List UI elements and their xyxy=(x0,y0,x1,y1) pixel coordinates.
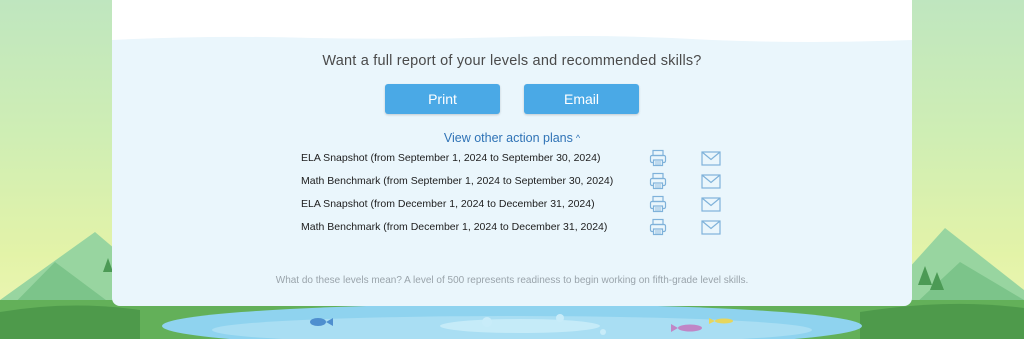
action-plan-label: Math Benchmark (from September 1, 2024 t… xyxy=(301,175,614,187)
chevron-up-icon: ^ xyxy=(575,133,581,143)
envelope-icon[interactable] xyxy=(701,174,721,189)
envelope-icon[interactable] xyxy=(701,197,721,212)
action-plan-label: Math Benchmark (from December 1, 2024 to… xyxy=(301,221,608,233)
envelope-icon[interactable] xyxy=(701,151,721,166)
action-plan-card: Want a full report of your levels and re… xyxy=(112,0,912,306)
action-plan-row: Math Benchmark (from September 1, 2024 t… xyxy=(301,172,731,192)
print-button[interactable]: Print xyxy=(385,84,500,114)
action-plan-row: ELA Snapshot (from December 1, 2024 to D… xyxy=(301,195,731,215)
printer-icon[interactable] xyxy=(649,195,667,213)
action-plan-label: ELA Snapshot (from December 1, 2024 to D… xyxy=(301,198,595,210)
view-other-plans-label: View other action plans xyxy=(443,131,573,145)
card-wave-header xyxy=(112,0,912,42)
report-prompt: Want a full report of your levels and re… xyxy=(322,53,702,69)
printer-icon[interactable] xyxy=(649,172,667,190)
levels-footnote: What do these levels mean? A level of 50… xyxy=(275,275,749,286)
email-button[interactable]: Email xyxy=(524,84,639,114)
action-plan-label: ELA Snapshot (from September 1, 2024 to … xyxy=(301,152,601,164)
printer-icon[interactable] xyxy=(649,149,667,167)
envelope-icon[interactable] xyxy=(701,220,721,235)
printer-icon[interactable] xyxy=(649,218,667,236)
view-other-plans-link[interactable]: View other action plans ^ xyxy=(112,131,912,145)
action-plan-row: Math Benchmark (from December 1, 2024 to… xyxy=(301,218,731,238)
action-plan-row: ELA Snapshot (from September 1, 2024 to … xyxy=(301,149,731,169)
